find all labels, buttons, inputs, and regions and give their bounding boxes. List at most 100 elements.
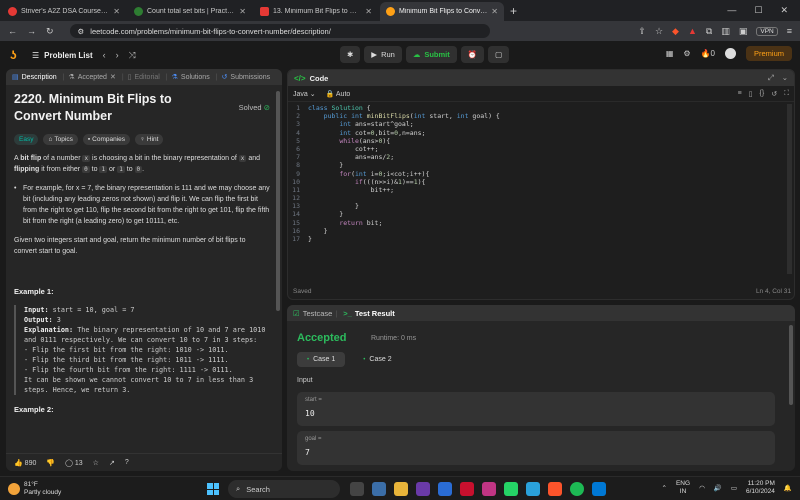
- rewards-icon[interactable]: ▲: [688, 26, 697, 36]
- maximize-icon[interactable]: ☐: [754, 5, 762, 16]
- code-editor[interactable]: 1 class Solution {2 public int minBitFlip…: [288, 104, 794, 284]
- page-title[interactable]: 2220. Minimum Bit Flips to Convert Numbe…: [14, 91, 214, 125]
- tab-editorial[interactable]: ▯ Editorial |: [128, 73, 168, 82]
- vpn-button[interactable]: VPN: [756, 26, 778, 36]
- media-icon[interactable]: [416, 482, 430, 496]
- close-window-icon[interactable]: ✕: [780, 5, 788, 16]
- reset-icon[interactable]: ↺: [771, 90, 777, 98]
- help-icon[interactable]: ?: [125, 459, 129, 466]
- wifi-icon[interactable]: ◠: [699, 484, 705, 492]
- close-icon[interactable]: ✕: [491, 7, 498, 16]
- timer-button[interactable]: ⏰: [460, 46, 485, 63]
- tab-solutions[interactable]: ⚗ Solutions |: [172, 73, 218, 82]
- like-button[interactable]: 👍 890: [14, 459, 36, 467]
- mcafee-icon[interactable]: [460, 482, 474, 496]
- brave-icon[interactable]: [548, 482, 562, 496]
- tab-accepted[interactable]: ⚗ Accepted ✕ |: [68, 73, 123, 82]
- debug-button[interactable]: ✱: [340, 46, 361, 63]
- code-line[interactable]: 1 class Solution {: [288, 104, 794, 112]
- premium-button[interactable]: Premium: [745, 46, 792, 61]
- browser-tab-leetcode[interactable]: Minimum Bit Flips to Convert N ✕: [380, 2, 504, 21]
- code-line[interactable]: 13 }: [288, 202, 794, 210]
- whatsapp-icon[interactable]: [504, 482, 518, 496]
- browser-tab-geeks[interactable]: Count total set bits | Practice | Geeks …: [128, 2, 252, 21]
- taskview-icon[interactable]: [350, 482, 364, 496]
- minimize-icon[interactable]: —: [727, 5, 736, 16]
- tab-description[interactable]: ▤ Description |: [12, 73, 64, 82]
- reload-icon[interactable]: ↻: [46, 26, 54, 37]
- taskbar-search[interactable]: ⌕ Search: [228, 480, 340, 498]
- star-icon[interactable]: ☆: [93, 459, 99, 467]
- code-line[interactable]: 3 int ans=start^goal;: [288, 120, 794, 128]
- expand-icon[interactable]: ⤢: [768, 73, 774, 83]
- instagram-icon[interactable]: [482, 482, 496, 496]
- dislike-icon[interactable]: 👎: [46, 459, 55, 467]
- browser-tab-youtube[interactable]: 13. Minimum Bit Flips to Convert Nu ✕: [254, 2, 378, 21]
- code-line[interactable]: 16 }: [288, 227, 794, 235]
- extensions-icon[interactable]: ⧉: [706, 26, 712, 37]
- share-icon[interactable]: ⇪: [638, 26, 646, 37]
- settings-icon[interactable]: ⚙: [683, 49, 690, 58]
- wallet-icon[interactable]: ▣: [739, 26, 748, 37]
- forward-icon[interactable]: →: [27, 26, 36, 36]
- back-icon[interactable]: ←: [8, 26, 17, 36]
- submit-button[interactable]: ☁ Submit: [405, 46, 457, 63]
- code-line[interactable]: 2 public int minBitFlips(int start, int …: [288, 112, 794, 120]
- code-line[interactable]: 17}: [288, 235, 794, 243]
- close-icon[interactable]: ✕: [239, 7, 246, 16]
- windows-start-icon[interactable]: [207, 483, 219, 495]
- streak-counter[interactable]: 🔥0: [701, 49, 715, 58]
- layout-icon[interactable]: ▦: [666, 49, 674, 58]
- close-icon[interactable]: ✕: [110, 73, 116, 81]
- site-info-icon[interactable]: ⚙: [78, 27, 85, 36]
- next-problem-icon[interactable]: ›: [116, 50, 119, 60]
- fullscreen-icon[interactable]: ⛶: [784, 90, 789, 98]
- spotify-icon[interactable]: [570, 482, 584, 496]
- problem-list-button[interactable]: ☰ Problem List: [32, 51, 93, 60]
- braces-icon[interactable]: {}: [760, 90, 765, 98]
- close-icon[interactable]: ✕: [365, 7, 372, 16]
- notes-button[interactable]: ▢: [488, 46, 510, 63]
- battery-icon[interactable]: ▭: [731, 484, 737, 492]
- collapse-icon[interactable]: ⌄: [782, 73, 788, 83]
- explorer-icon[interactable]: [394, 482, 408, 496]
- tray-chevron-icon[interactable]: ⌃: [662, 484, 667, 492]
- telegram-icon[interactable]: [526, 482, 540, 496]
- tab-testcase[interactable]: ☑ Testcase |: [293, 309, 337, 318]
- code-line[interactable]: 4 int cot=0,bit=0,n=ans;: [288, 129, 794, 137]
- vscode-icon[interactable]: [592, 482, 606, 496]
- code-line[interactable]: 14 }: [288, 210, 794, 218]
- hint-tag[interactable]: ♀ Hint: [135, 134, 164, 145]
- bookmark-icon[interactable]: ☆: [655, 26, 663, 37]
- code-line[interactable]: 9 for(int i=0;i<cot;i++){: [288, 170, 794, 178]
- prev-problem-icon[interactable]: ‹: [103, 50, 106, 60]
- weather-widget[interactable]: 81°F Partly cloudy: [8, 481, 61, 497]
- tab-test-result[interactable]: >_ Test Result: [343, 309, 394, 318]
- clock[interactable]: 11:20 PM 6/10/2024: [746, 480, 775, 496]
- notification-icon[interactable]: 🔔: [784, 484, 792, 492]
- code-line[interactable]: 11 bit++;: [288, 186, 794, 194]
- store-icon[interactable]: [438, 482, 452, 496]
- url-field[interactable]: ⚙ leetcode.com/problems/minimum-bit-flip…: [69, 24, 490, 38]
- share-icon[interactable]: ↗: [109, 459, 115, 467]
- bookmark-icon[interactable]: ▯: [749, 90, 753, 98]
- code-line[interactable]: 6 cot++;: [288, 145, 794, 153]
- sidebar-icon[interactable]: ▥: [721, 26, 730, 37]
- editor-scrollbar[interactable]: [787, 104, 792, 274]
- shuffle-icon[interactable]: ⤨: [129, 50, 136, 61]
- code-line[interactable]: 7 ans=ans/2;: [288, 153, 794, 161]
- code-line[interactable]: 10 if(((n>>i)&1)==1){: [288, 178, 794, 186]
- browser-tab-striver[interactable]: Striver's A2Z DSA Course/Sheet - Cod ✕: [2, 2, 126, 21]
- avatar[interactable]: [724, 48, 736, 59]
- code-line[interactable]: 15 return bit;: [288, 219, 794, 227]
- code-line[interactable]: 12: [288, 194, 794, 202]
- topics-tag[interactable]: ⌂ Topics: [43, 134, 78, 145]
- test-scrollbar[interactable]: [789, 325, 793, 405]
- leetcode-logo-icon[interactable]: ʖ: [10, 49, 22, 61]
- case-1-tab[interactable]: • Case 1: [297, 352, 346, 367]
- companies-tag[interactable]: ▪ Companies: [82, 134, 131, 145]
- code-line[interactable]: 8 }: [288, 161, 794, 169]
- comments-button[interactable]: ◯ 13: [65, 459, 83, 467]
- auto-mode[interactable]: 🔒 Auto: [326, 90, 351, 98]
- case-2-tab[interactable]: • Case 2: [353, 352, 401, 367]
